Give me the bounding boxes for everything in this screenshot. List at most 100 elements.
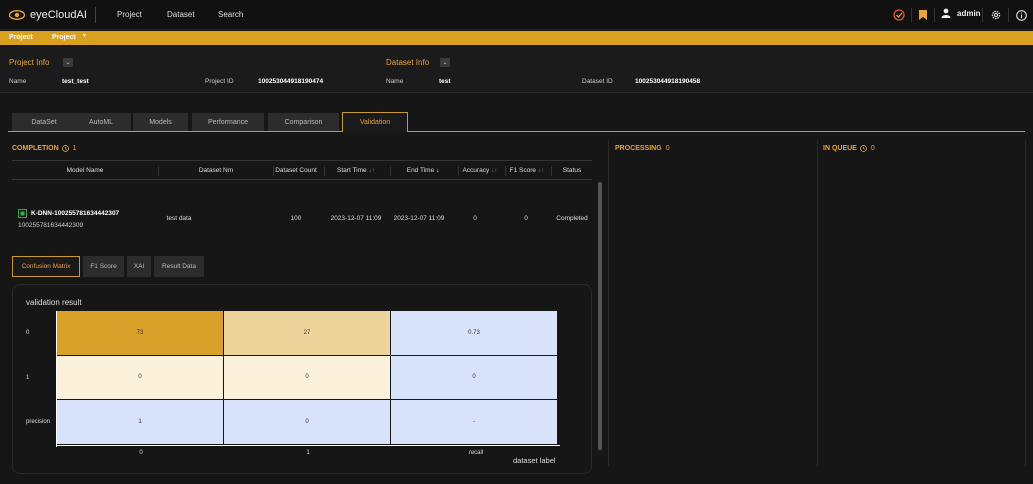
model-name-cell: K-DNN-100255781634442307 (18, 209, 119, 218)
matrix-cell: 27 (224, 311, 390, 355)
tab-automl[interactable]: AutoML (71, 113, 131, 131)
clock-icon (61, 145, 69, 152)
dataset-id: 100253044918190458 (635, 78, 701, 85)
app-name: eyeCloudAI (30, 9, 87, 21)
user-icon (941, 8, 951, 18)
chevron-down-icon[interactable]: ▼ (82, 33, 87, 39)
col-end-time[interactable]: End Time ↓ (391, 167, 455, 174)
sort-icon: ↓↑ (537, 167, 545, 174)
matrix-x-axis (56, 445, 560, 446)
matrix-cell: 73 (57, 311, 223, 355)
tab-models[interactable]: Models (133, 113, 188, 131)
sort-icon: ↓↑ (491, 167, 498, 174)
model-id: 100255781634442309 (18, 222, 84, 229)
dataset-nm-cell: test data (166, 215, 192, 222)
tab-validation[interactable]: Validation (342, 112, 408, 132)
top-bar: eyeCloudAI Project Dataset Search admin (0, 0, 1033, 30)
project-name: test_test (62, 78, 89, 85)
settings-button[interactable] (989, 7, 1003, 23)
nav-search[interactable]: Search (218, 10, 243, 19)
col-dataset-nm: Dataset Nm (198, 167, 234, 174)
breadcrumb: Project Project ▼ (0, 31, 1033, 45)
chevron-down-icon: ⌄ (65, 60, 71, 66)
scrollbar-thumb[interactable] (598, 182, 602, 450)
matrix-cell: 0.73 (391, 311, 557, 355)
col-accuracy-label: Accuracy (462, 167, 490, 174)
dataset-name-label: Name (386, 78, 404, 85)
info-panel: Project Info ⌄ Name test_test Project ID… (0, 46, 1033, 93)
user-name: admin (957, 8, 981, 18)
col-start-time-label: Start Time (337, 167, 367, 174)
dataset-id-label: Dataset ID (582, 78, 613, 85)
col-end-time-label: End Time (406, 167, 435, 174)
divider (911, 8, 912, 22)
matrix-cell: - (391, 400, 557, 444)
matrix-y-axis (56, 311, 57, 447)
bookmark-icon (919, 10, 927, 20)
dataset-info-title: Dataset Info (386, 58, 430, 67)
divider (934, 8, 935, 22)
dataset-count-cell: 100 (290, 215, 302, 222)
tab-dataset[interactable]: DataSet (12, 113, 76, 131)
accuracy-cell: 0 (473, 215, 477, 222)
subtab-result-data[interactable]: Result Data (154, 256, 204, 277)
nav-dataset[interactable]: Dataset (167, 10, 195, 19)
completion-title: COMPLETION (12, 145, 59, 152)
table-header: Model Name Dataset Nm Dataset Count Star… (12, 160, 592, 180)
subtab-f1-score[interactable]: F1 Score (83, 256, 124, 277)
end-time-cell: 2023-12-07 11:09 (393, 215, 445, 222)
col-f1-score-label: F1 Score (509, 167, 537, 174)
model-chip-icon (18, 209, 27, 218)
eye-logo-icon (9, 10, 25, 20)
row-label-precision: precision (26, 419, 51, 425)
col-label-1: 1 (306, 450, 310, 456)
breadcrumb-current[interactable]: Project (52, 34, 76, 41)
f1-score-cell: 0 (524, 215, 528, 222)
divider (95, 7, 96, 23)
gear-icon (991, 10, 1001, 20)
in-queue-header: IN QUEUE 0 (823, 145, 875, 152)
main-tabs: DataSet AutoML Models Performance Compar… (8, 112, 1025, 132)
logo[interactable]: eyeCloudAI (9, 8, 87, 22)
matrix-title: validation result (26, 298, 82, 307)
user-menu[interactable]: admin (941, 8, 981, 18)
project-name-label: Name (9, 78, 27, 85)
info-button[interactable] (1014, 7, 1028, 23)
col-model-name: Model Name (66, 167, 104, 174)
matrix-xlabel: dataset label (513, 456, 556, 465)
dataset-info-toggle[interactable]: ⌄ (440, 58, 450, 67)
project-info-title: Project Info (9, 58, 50, 67)
tab-comparison[interactable]: Comparison (268, 113, 339, 131)
col-start-time[interactable]: Start Time ↓↑ (325, 167, 387, 174)
status-cell: Completed (556, 215, 588, 222)
row-label-1: 1 (26, 375, 30, 381)
col-status: Status (562, 167, 582, 174)
matrix-cell: 1 (57, 400, 223, 444)
subtab-confusion-matrix[interactable]: Confusion Matrix (12, 256, 80, 277)
bookmark-button[interactable] (917, 7, 929, 23)
project-id-label: Project ID (205, 78, 234, 85)
check-circle-button[interactable] (892, 7, 906, 23)
panel-divider (817, 140, 818, 466)
project-info-toggle[interactable]: ⌄ (63, 58, 73, 67)
processing-title: PROCESSING (615, 145, 662, 152)
completion-count: 1 (72, 145, 77, 152)
breadcrumb-root[interactable]: Project (9, 34, 33, 41)
tab-performance[interactable]: Performance (192, 113, 264, 131)
col-dataset-count: Dataset Count (275, 167, 317, 174)
in-queue-count: 0 (870, 145, 875, 152)
matrix-cell: 0 (57, 355, 223, 400)
processing-header: PROCESSING 0 (615, 145, 670, 152)
sort-icon: ↓ (436, 167, 440, 174)
col-label-recall: recall (468, 450, 484, 456)
check-circle-icon (893, 9, 905, 21)
col-f1-score[interactable]: F1 Score ↓↑ (506, 167, 548, 174)
col-accuracy[interactable]: Accuracy ↓↑ (459, 167, 501, 174)
panel-divider (1025, 140, 1026, 466)
sort-icon: ↓↑ (368, 167, 375, 174)
clock-icon (859, 145, 867, 152)
nav-project[interactable]: Project (117, 10, 142, 19)
matrix-cell: 0 (224, 400, 390, 444)
project-id: 100253044918190474 (258, 78, 324, 85)
subtab-xai[interactable]: XAI (127, 256, 151, 277)
